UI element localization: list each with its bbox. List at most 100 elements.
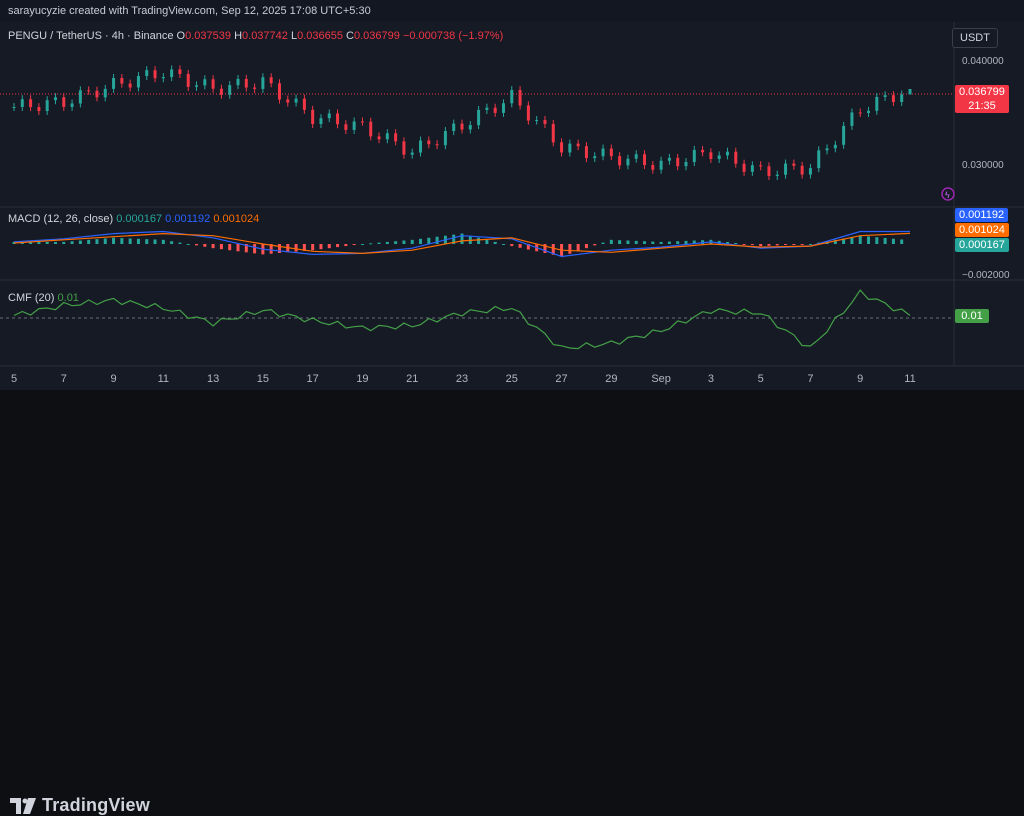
candle-body	[145, 70, 149, 76]
macd-label[interactable]: MACD (12, 26, close)	[8, 213, 113, 225]
candle-body	[734, 151, 738, 164]
candle-body-last	[908, 89, 912, 95]
candle-body	[891, 95, 895, 102]
candle-body	[626, 158, 630, 166]
candle-body	[725, 151, 729, 156]
currency-button[interactable]: USDT	[952, 28, 998, 48]
candle-body	[501, 103, 505, 113]
macd-hist-bar	[435, 236, 439, 244]
candle-body	[203, 79, 207, 86]
macd-hist-bar	[394, 241, 398, 244]
candle-body	[319, 118, 323, 124]
time-tick: 3	[708, 373, 714, 385]
macd-hist-bar	[103, 238, 107, 244]
macd-hist-bar	[667, 241, 671, 244]
macd-hist-bar	[734, 242, 738, 244]
macd-hist-bar	[775, 244, 779, 246]
candle-body	[211, 79, 215, 89]
candle-body	[161, 77, 165, 79]
macd-tick-neg: −0.002000	[962, 270, 1010, 281]
candle-body	[526, 105, 530, 121]
macd-hist-bar	[294, 244, 298, 252]
candle-body	[709, 152, 713, 159]
candle-body	[833, 144, 837, 149]
tradingview-brand[interactable]: TradingView	[10, 795, 150, 816]
macd-hist-bar	[211, 244, 215, 249]
macd-tag: 0.001192	[955, 208, 1009, 222]
macd-hist-bar	[219, 244, 223, 250]
candle-body	[452, 123, 456, 132]
candle-body	[900, 94, 904, 102]
signal-tag: 0.001024	[955, 223, 1009, 237]
macd-value: 0.001192	[165, 213, 211, 225]
macd-hist-bar	[659, 241, 663, 244]
macd-hist-bar	[618, 240, 622, 244]
time-axis[interactable]: 5 7 9 11 13 15 17 19 21 23 25 27 29 Sep 3 5 7 9 11	[0, 366, 954, 390]
candle-body	[360, 121, 364, 123]
macd-hist-bar	[684, 240, 688, 244]
candle-body	[37, 107, 41, 111]
macd-hist-bar	[62, 241, 66, 244]
candle-body	[427, 140, 431, 145]
candle-body	[659, 160, 663, 170]
macd-hist-bar	[53, 241, 57, 244]
macd-hist-bar	[767, 244, 771, 246]
chart-area[interactable]: 0.040000 0.030000 −0.002000 ϟ PENGU / Te…	[0, 22, 1024, 390]
candle-body	[103, 88, 107, 98]
candle-body	[70, 103, 74, 107]
candle-body	[311, 109, 315, 124]
candle-body	[53, 97, 57, 101]
macd-hist-bar	[493, 241, 497, 244]
macd-hist-bar	[742, 244, 746, 245]
candle-body	[584, 146, 588, 159]
candle-body	[170, 69, 174, 78]
signal-value: 0.001024	[213, 213, 260, 225]
macd-hist-bar	[112, 237, 116, 244]
macd-hist-bar	[584, 244, 588, 249]
candle-body	[45, 100, 49, 111]
candle-body	[352, 121, 356, 130]
candle-body	[269, 77, 273, 84]
time-tick: 5	[11, 373, 17, 385]
macd-hist-bar	[593, 244, 597, 246]
candle-body	[62, 97, 66, 107]
macd-hist-bar	[410, 239, 414, 244]
cmf-label[interactable]: CMF (20)	[8, 292, 54, 304]
candle-body	[95, 90, 99, 98]
chart-svg[interactable]: 0.040000 0.030000 −0.002000 ϟ	[0, 22, 1024, 390]
candle-body	[336, 113, 340, 125]
candle-body	[153, 70, 157, 79]
time-tick: 9	[857, 373, 863, 385]
macd-hist-bar	[311, 244, 315, 251]
candle-body	[20, 99, 24, 107]
macd-hist-bar	[609, 239, 613, 244]
macd-hist-bar	[883, 237, 887, 244]
candle-body	[219, 88, 223, 95]
candle-body	[701, 149, 705, 153]
tradingview-logo-icon	[10, 797, 36, 814]
candle-body	[236, 78, 240, 86]
candle-body	[825, 148, 829, 151]
macd-hist-bar	[867, 236, 871, 244]
candle-body	[792, 163, 796, 166]
time-tick: Sep	[651, 373, 671, 385]
macd-hist-value: 0.000167	[116, 213, 163, 225]
lightning-icon[interactable]: ϟ	[945, 190, 950, 200]
candle-body	[136, 75, 140, 88]
symbol-title[interactable]: PENGU / TetherUS · 4h · Binance	[8, 30, 173, 42]
candle-body	[228, 85, 232, 95]
macd-hist-bar	[153, 239, 157, 244]
macd-hist-bar	[253, 244, 257, 254]
candle-body	[676, 157, 680, 167]
macd-hist-bar	[360, 244, 364, 245]
macd-hist-bar	[120, 238, 124, 244]
macd-hist-bar	[784, 244, 788, 246]
price-tick-0030: 0.030000	[962, 160, 1004, 171]
macd-hist-bar	[676, 241, 680, 244]
macd-legend: MACD (12, 26, close) 0.000167 0.001192 0…	[8, 213, 259, 225]
attribution-text: sarayucyzie created with TradingView.com…	[8, 5, 371, 17]
macd-hist-bar	[808, 244, 812, 245]
cmf-line	[13, 289, 911, 350]
symbol-legend: PENGU / TetherUS · 4h · Binance O0.03753…	[8, 30, 503, 42]
candle-body	[344, 124, 348, 130]
